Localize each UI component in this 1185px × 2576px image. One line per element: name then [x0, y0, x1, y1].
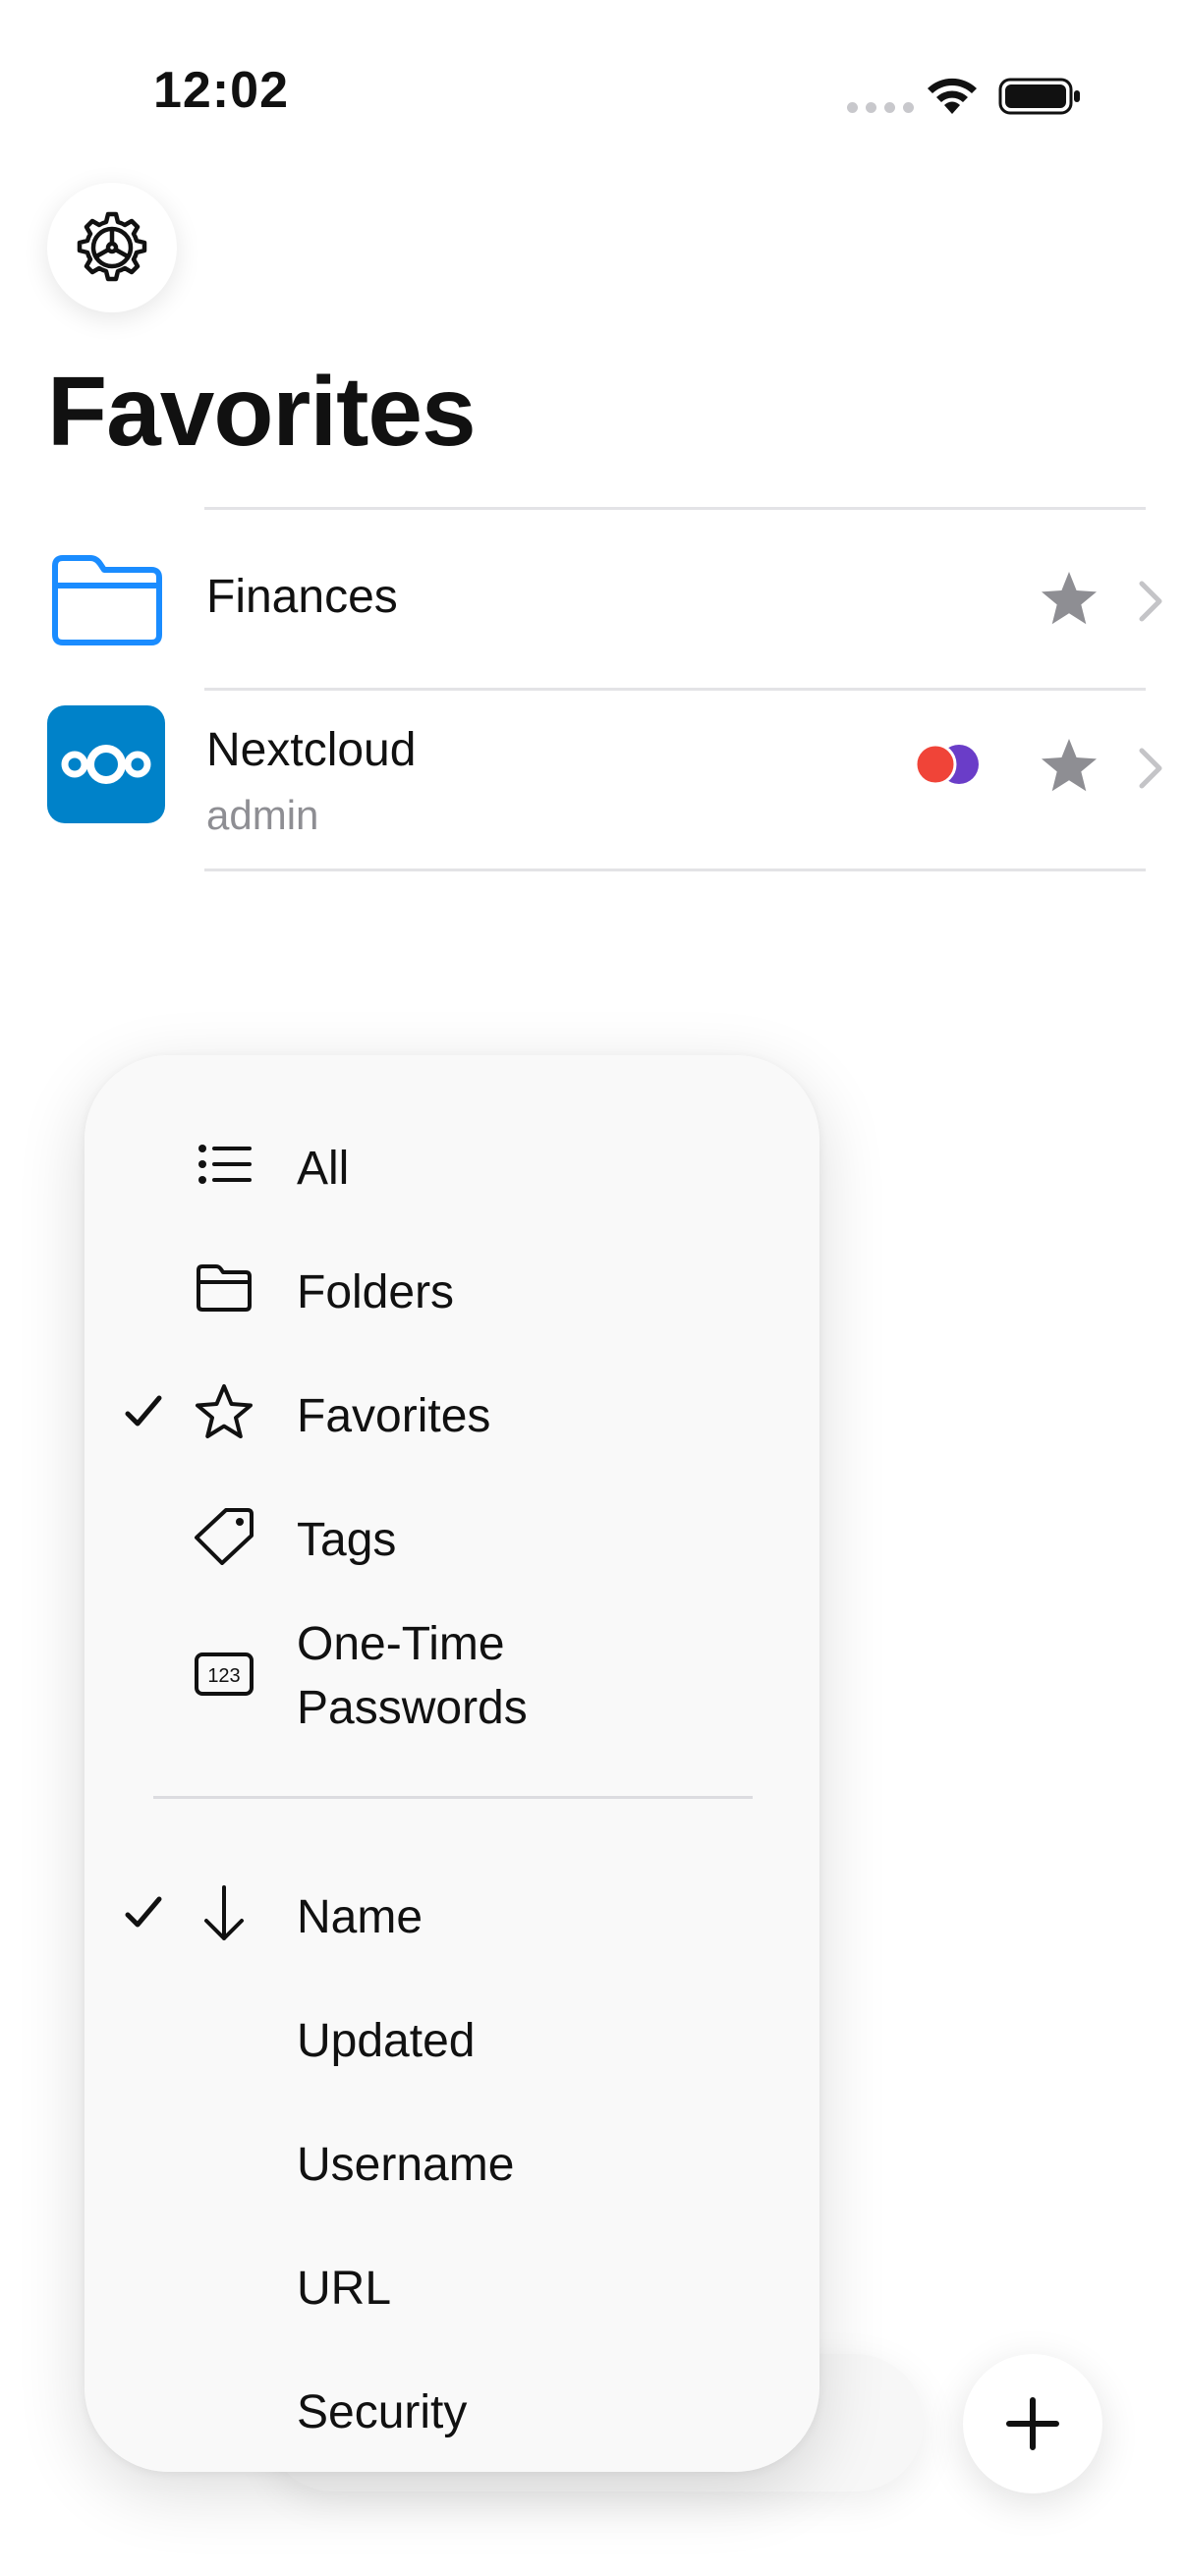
divider — [204, 868, 1146, 871]
svg-text:123: 123 — [207, 1665, 240, 1687]
menu-item-favorites[interactable]: Favorites — [85, 1358, 819, 1466]
status-time: 12:02 — [153, 62, 289, 119]
filter-sort-menu: All Folders Favorites Tags 123 One-Time — [85, 1055, 819, 2472]
divider — [204, 688, 1146, 691]
settings-button[interactable] — [47, 183, 177, 312]
folder-icon — [197, 1264, 252, 1312]
menu-item-sort-name[interactable]: Name — [85, 1859, 819, 1967]
nextcloud-app-icon — [47, 705, 165, 823]
page-title: Favorites — [47, 357, 477, 467]
cellular-signal-icon — [847, 102, 914, 113]
menu-item-label: URL — [297, 2263, 392, 2315]
menu-item-label: All — [297, 1143, 350, 1195]
gear-icon — [77, 211, 147, 282]
menu-item-label: Updated — [297, 2015, 476, 2067]
checkmark-icon — [125, 1395, 162, 1427]
arrow-down-icon — [204, 1885, 244, 1940]
favorite-star-icon[interactable] — [1040, 737, 1099, 794]
checkmark-icon — [125, 1896, 162, 1928]
chevron-right-icon — [1139, 748, 1162, 789]
item-title: Nextcloud — [206, 724, 417, 776]
menu-item-label: Security — [297, 2386, 468, 2438]
chevron-right-icon — [1139, 581, 1162, 622]
wifi-icon — [928, 78, 977, 114]
tag-icon — [195, 1508, 254, 1565]
menu-separator — [153, 1796, 753, 1799]
menu-item-sort-url[interactable]: URL — [85, 2230, 819, 2338]
menu-item-label: Username — [297, 2139, 515, 2191]
menu-item-label: Tags — [297, 1514, 397, 1566]
menu-item-sort-security[interactable]: Security — [85, 2354, 819, 2462]
battery-icon — [998, 78, 1080, 115]
menu-item-label: Folders — [297, 1266, 455, 1318]
menu-item-sort-username[interactable]: Username — [85, 2106, 819, 2214]
otp-icon: 123 — [195, 1652, 254, 1696]
list-item-finances[interactable]: Finances — [0, 511, 1185, 688]
tag-colors-icon — [914, 743, 979, 786]
folder-icon — [52, 555, 162, 645]
nextcloud-logo-icon — [61, 745, 151, 784]
menu-item-label: One-Time Passwords — [297, 1618, 528, 1734]
add-button[interactable] — [963, 2354, 1102, 2493]
list-icon — [198, 1145, 252, 1184]
divider — [204, 507, 1146, 510]
item-title: Finances — [206, 571, 398, 623]
item-subtitle: admin — [206, 792, 319, 838]
menu-item-label: Favorites — [297, 1390, 491, 1442]
menu-item-tags[interactable]: Tags — [85, 1482, 819, 1590]
star-icon — [196, 1384, 253, 1438]
menu-item-label: Name — [297, 1891, 423, 1943]
list-item-nextcloud[interactable] — [0, 692, 1185, 868]
menu-item-folders[interactable]: Folders — [85, 1234, 819, 1342]
menu-item-all[interactable]: All — [85, 1110, 819, 1218]
menu-item-sort-updated[interactable]: Updated — [85, 1983, 819, 2091]
favorite-star-icon[interactable] — [1040, 570, 1099, 627]
menu-item-one-time-passwords[interactable]: 123 One-Time Passwords — [85, 1605, 819, 1743]
plus-icon — [1006, 2397, 1059, 2450]
